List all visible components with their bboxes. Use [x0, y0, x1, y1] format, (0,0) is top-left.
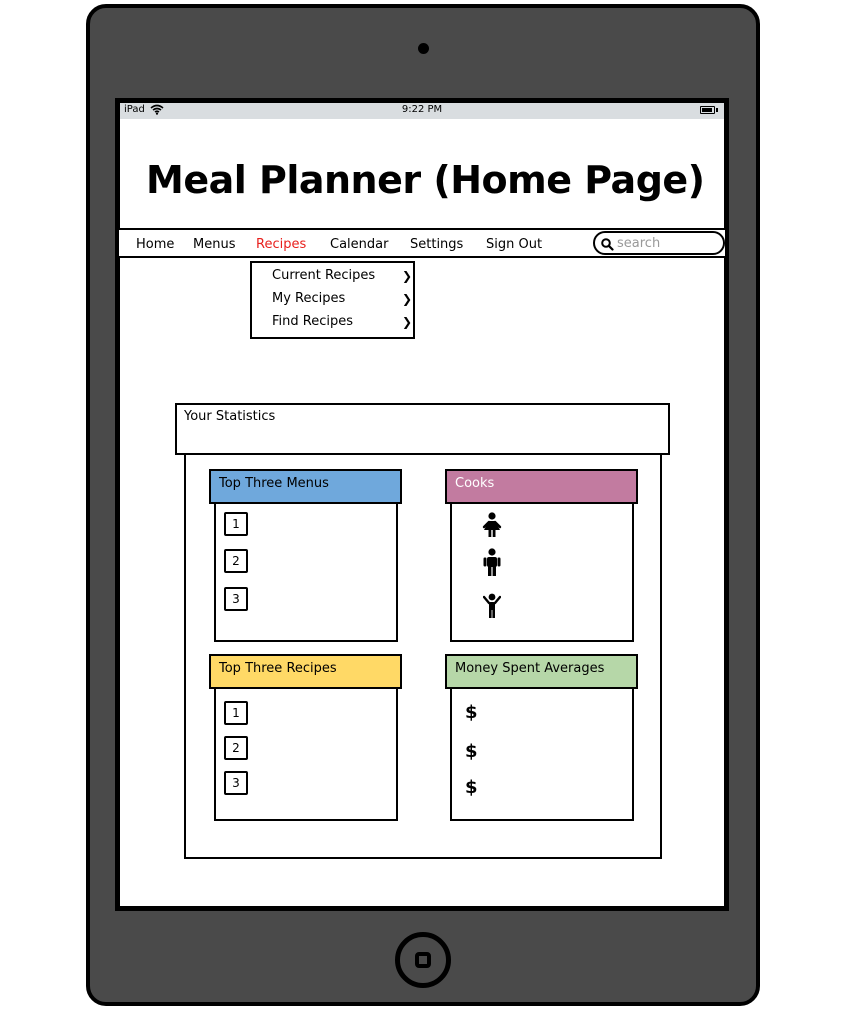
child-icon	[483, 593, 501, 618]
man-icon	[483, 548, 501, 576]
top-menus-panel: 1 2 3	[214, 504, 398, 642]
top-recipes-title: Top Three Recipes	[219, 661, 337, 676]
dollar-icon: $	[465, 702, 478, 723]
nav-item-menus[interactable]: Menus	[193, 237, 235, 252]
nav-item-home[interactable]: Home	[136, 237, 174, 252]
page-title: Meal Planner (Home Page)	[146, 158, 705, 202]
rank-badge: 2	[224, 549, 248, 573]
money-title: Money Spent Averages	[455, 661, 605, 676]
nav-bar: Home Menus Recipes Calendar Settings Sig…	[117, 228, 727, 258]
woman-icon	[482, 512, 502, 537]
nav-item-settings[interactable]: Settings	[410, 237, 463, 252]
nav-item-sign-out[interactable]: Sign Out	[486, 237, 542, 252]
dropdown-item-label: Current Recipes	[272, 268, 376, 283]
cooks-panel	[450, 504, 634, 642]
search-box[interactable]	[593, 231, 725, 255]
chevron-right-icon: ❯	[402, 269, 413, 283]
rank-badge: 1	[224, 512, 248, 536]
dollar-icon: $	[465, 777, 478, 798]
top-recipes-header: Top Three Recipes	[209, 654, 402, 689]
chevron-right-icon: ❯	[402, 292, 413, 306]
statistics-title: Your Statistics	[184, 409, 276, 424]
recipes-dropdown-menu: Current Recipes ❯ My Recipes ❯ Find Reci…	[250, 261, 415, 339]
cooks-title: Cooks	[455, 476, 495, 491]
home-button-icon	[415, 952, 431, 968]
cooks-header: Cooks	[445, 469, 638, 504]
rank-badge: 2	[224, 736, 248, 760]
top-recipes-panel: 1 2 3	[214, 689, 398, 821]
battery-tip	[716, 108, 718, 112]
money-panel: $ $ $	[450, 689, 634, 821]
top-menus-header: Top Three Menus	[209, 469, 402, 504]
rank-badge: 1	[224, 701, 248, 725]
top-menus-title: Top Three Menus	[219, 476, 329, 491]
money-header: Money Spent Averages	[445, 654, 638, 689]
dropdown-item-label: Find Recipes	[272, 314, 353, 329]
camera-icon	[418, 43, 429, 54]
chevron-right-icon: ❯	[402, 315, 413, 329]
dropdown-item-label: My Recipes	[272, 291, 346, 306]
home-button[interactable]	[395, 932, 451, 988]
nav-item-recipes[interactable]: Recipes	[256, 237, 306, 252]
search-icon	[601, 238, 614, 251]
statistics-header: Your Statistics	[175, 403, 670, 455]
dollar-icon: $	[465, 741, 478, 762]
rank-badge: 3	[224, 771, 248, 795]
nav-item-calendar[interactable]: Calendar	[330, 237, 388, 252]
search-input[interactable]	[617, 234, 717, 252]
status-time: 9:22 PM	[401, 104, 443, 115]
rank-badge: 3	[224, 587, 248, 611]
status-bar: iPad 9:22 PM	[120, 103, 724, 119]
battery-icon	[700, 106, 715, 114]
